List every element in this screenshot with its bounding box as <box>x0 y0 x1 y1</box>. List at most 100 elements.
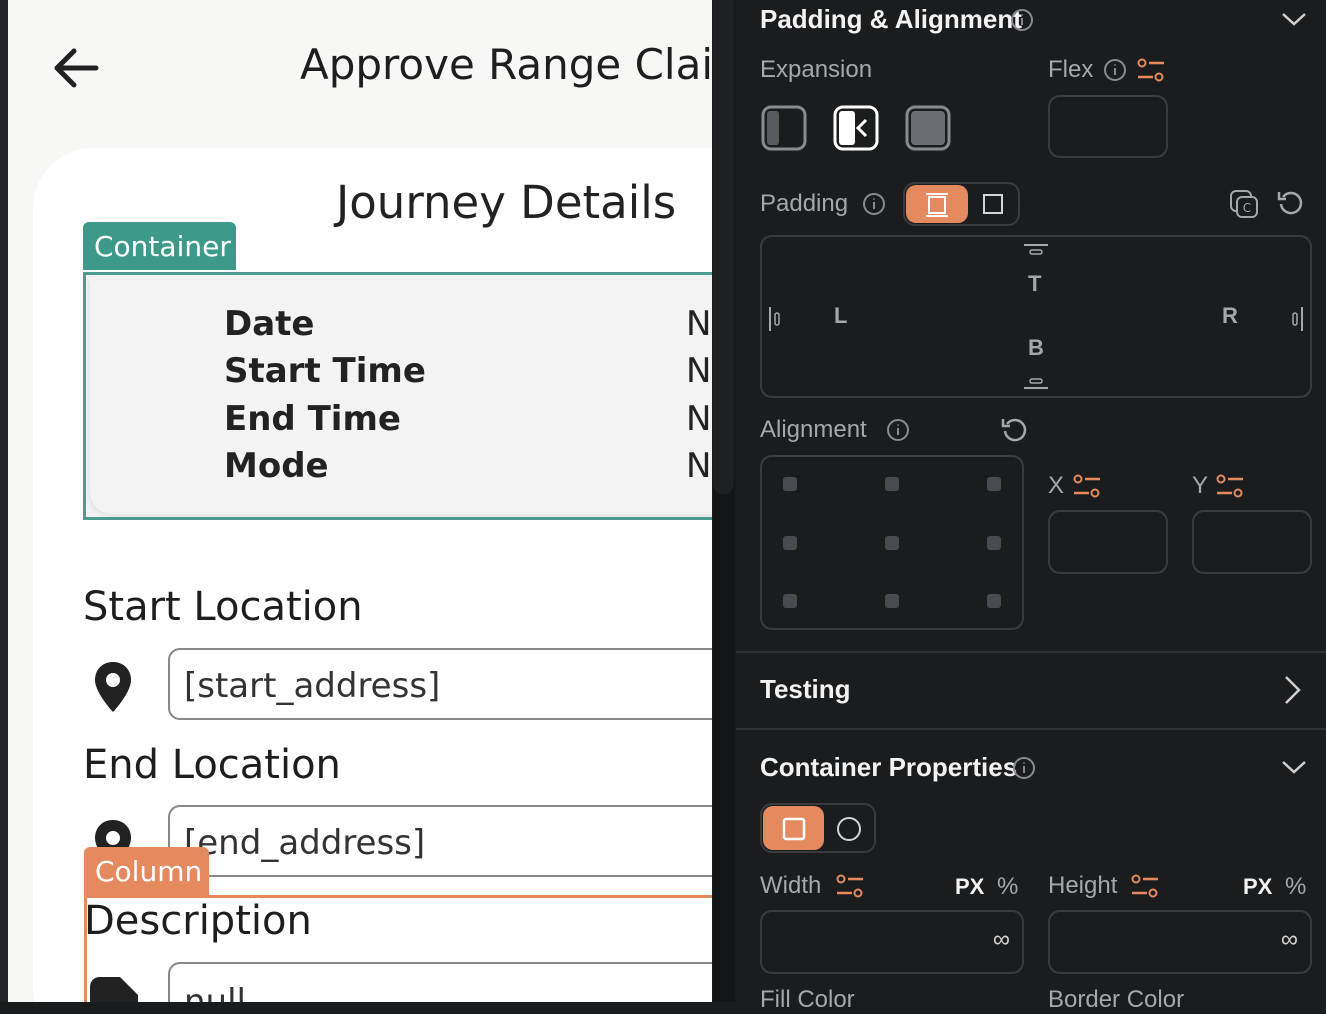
variable-settings-icon[interactable] <box>1072 472 1102 500</box>
card-title: Journey Details <box>336 176 677 229</box>
info-icon[interactable] <box>886 418 910 442</box>
expansion-expanded-icon[interactable] <box>904 104 952 152</box>
align-center-left[interactable] <box>783 536 797 550</box>
alignment-label: Alignment <box>760 416 867 443</box>
align-y-label: Y <box>1192 472 1209 499</box>
variable-settings-icon[interactable] <box>1136 56 1166 84</box>
variable-settings-icon[interactable] <box>1130 872 1160 900</box>
height-unit-percent[interactable]: % <box>1285 873 1306 901</box>
svg-text:C: C <box>1243 201 1251 215</box>
padding-right-label: R <box>1222 303 1238 328</box>
width-unit-px[interactable]: PX <box>955 874 984 900</box>
variable-settings-icon[interactable] <box>1215 472 1245 500</box>
detail-label-end-time: End Time <box>224 399 401 439</box>
description-label: Description <box>84 898 312 944</box>
page-title: Approve Range Claim <box>300 40 712 89</box>
column-tag[interactable]: Column <box>84 847 209 895</box>
end-location-label: End Location <box>83 742 341 788</box>
height-value: ∞ <box>1280 926 1298 953</box>
container-properties-title: Container Properties <box>760 752 1018 782</box>
back-arrow-icon[interactable] <box>50 44 102 92</box>
height-input[interactable]: ∞ <box>1048 910 1312 974</box>
align-top-left[interactable] <box>783 477 797 491</box>
align-bottom-left[interactable] <box>783 594 797 608</box>
container-tag[interactable]: Container <box>83 222 236 270</box>
align-top-right[interactable] <box>987 477 1001 491</box>
width-unit-percent[interactable]: % <box>997 873 1018 901</box>
detail-label-mode: Mode <box>224 446 329 486</box>
detail-value-end-time: N <box>686 399 712 439</box>
info-icon[interactable] <box>1010 8 1034 32</box>
align-bottom-right[interactable] <box>987 594 1001 608</box>
padding-top-label: T <box>1028 271 1042 296</box>
flex-label: Flex <box>1048 56 1094 83</box>
align-center[interactable] <box>885 536 899 550</box>
border-color-label: Border Color <box>1048 986 1185 1013</box>
section-divider <box>736 728 1326 730</box>
flex-input[interactable] <box>1048 95 1168 158</box>
reset-icon[interactable] <box>1276 188 1306 218</box>
height-unit-px[interactable]: PX <box>1243 874 1272 900</box>
end-address-field[interactable]: [end_address] <box>168 805 712 877</box>
variable-settings-icon[interactable] <box>835 872 865 900</box>
info-icon[interactable] <box>862 192 886 216</box>
expansion-label: Expansion <box>760 56 873 83</box>
detail-value-date: N <box>686 304 712 344</box>
canvas-left-edge <box>0 0 8 1002</box>
document-icon <box>90 977 138 1002</box>
width-label: Width <box>760 872 822 899</box>
canvas-scrollbar-thumb[interactable] <box>713 0 734 494</box>
chevron-right-icon[interactable] <box>1280 674 1304 706</box>
selected-container-outline[interactable] <box>83 272 712 520</box>
padding-left-handle-icon[interactable] <box>768 305 784 333</box>
padding-label: Padding <box>760 190 849 217</box>
width-input[interactable]: ∞ <box>760 910 1024 974</box>
padding-editor[interactable]: T L R B <box>760 235 1312 398</box>
copy-icon[interactable]: C <box>1228 188 1260 220</box>
description-field[interactable]: null <box>168 962 712 1002</box>
padding-mode-sides-option[interactable] <box>906 185 968 223</box>
description-value: null <box>184 982 246 1002</box>
align-center-right[interactable] <box>987 536 1001 550</box>
alignment-grid[interactable] <box>760 455 1024 630</box>
align-x-label: X <box>1048 472 1065 499</box>
padding-uniform-icon[interactable] <box>982 193 1004 215</box>
start-location-label: Start Location <box>83 584 363 630</box>
shape-toggle[interactable] <box>760 803 876 853</box>
testing-title[interactable]: Testing <box>760 674 851 705</box>
info-icon[interactable] <box>1103 58 1127 82</box>
detail-label-start-time: Start Time <box>224 351 426 391</box>
padding-left-label: L <box>834 303 848 328</box>
padding-top-handle-icon[interactable] <box>1022 243 1050 257</box>
align-y-input[interactable] <box>1192 510 1312 574</box>
detail-label-date: Date <box>224 304 315 344</box>
detail-value-mode: N <box>686 446 712 486</box>
rectangle-icon <box>782 817 806 841</box>
padding-sides-icon <box>926 193 948 217</box>
fill-color-label: Fill Color <box>760 986 855 1013</box>
canvas-preview: Approve Range Claim Journey Details Cont… <box>0 0 712 1002</box>
padding-bottom-handle-icon[interactable] <box>1022 376 1050 390</box>
shape-rectangle-option[interactable] <box>763 806 824 850</box>
expansion-flex-icon[interactable] <box>832 104 880 152</box>
align-bottom-center[interactable] <box>885 594 899 608</box>
info-icon[interactable] <box>1012 756 1036 780</box>
circle-icon[interactable] <box>836 816 862 842</box>
expansion-shrink-icon[interactable] <box>760 104 808 152</box>
align-x-input[interactable] <box>1048 510 1168 574</box>
padding-mode-toggle[interactable] <box>903 182 1020 226</box>
start-address-field[interactable]: [start_address] <box>168 648 712 720</box>
location-pin-icon <box>95 662 131 712</box>
start-address-value: [start_address] <box>184 666 441 706</box>
section-divider <box>736 651 1326 653</box>
chevron-down-icon[interactable] <box>1280 756 1308 778</box>
align-top-center[interactable] <box>885 477 899 491</box>
padding-alignment-title: Padding & Alignment <box>760 4 1022 34</box>
padding-bottom-label: B <box>1028 335 1044 360</box>
details-container <box>90 278 712 514</box>
padding-right-handle-icon[interactable] <box>1288 305 1304 333</box>
reset-icon[interactable] <box>1000 415 1030 445</box>
chevron-down-icon[interactable] <box>1280 8 1308 30</box>
properties-panel: Padding & Alignment Expansion Flex Paddi… <box>736 0 1326 1013</box>
height-label: Height <box>1048 872 1118 899</box>
